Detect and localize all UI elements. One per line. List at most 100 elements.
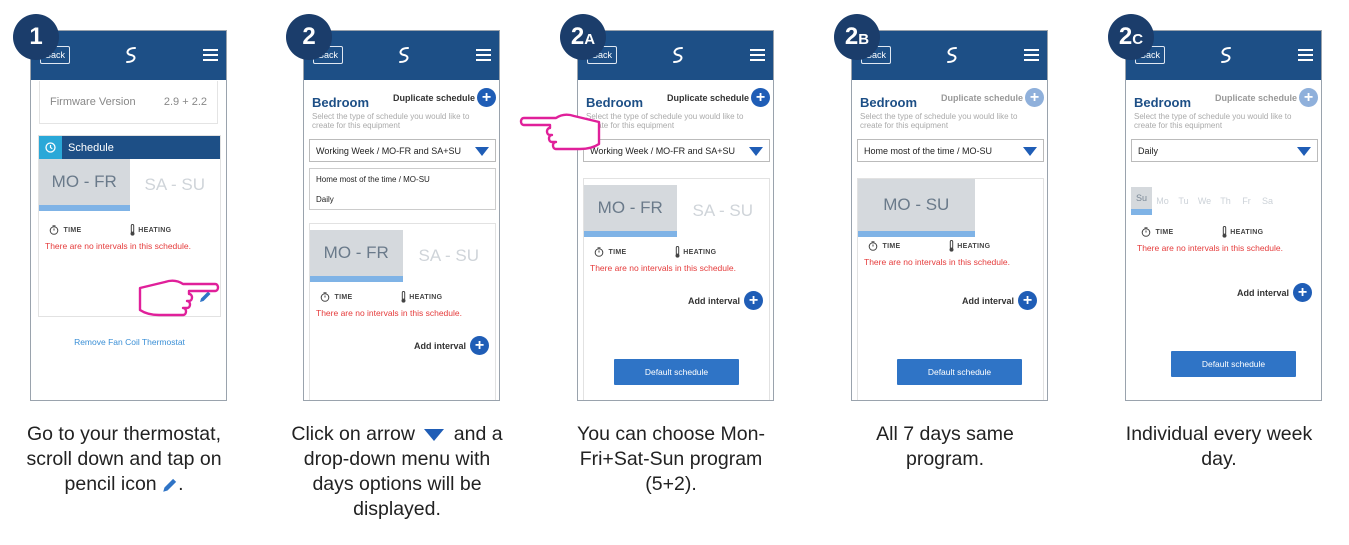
heating-label: HEATING <box>138 226 172 234</box>
schedule-hint: Select the type of schedule you would li… <box>1134 112 1292 130</box>
duplicate-schedule-button[interactable]: + <box>1025 88 1044 107</box>
add-interval-button[interactable]: Add interval + <box>1237 283 1312 302</box>
room-title: Bedroom <box>860 95 918 110</box>
time-label: TIME <box>608 248 627 256</box>
select-value: Working Week / MO-FR and SA+SU <box>590 145 735 156</box>
default-schedule-button[interactable]: Default schedule <box>897 359 1022 385</box>
step-caption: Individual every week day. <box>1125 423 1313 470</box>
step-caption: You can choose Mon-Fri+Sat-Sun program (… <box>577 423 765 495</box>
schedule-type-select[interactable]: Home most of the time / MO-SU <box>857 139 1044 162</box>
schedule-header: Schedule <box>39 136 220 159</box>
dropdown-arrow-icon[interactable] <box>749 147 763 156</box>
tab-mo-fr[interactable]: MO - FR <box>39 159 130 211</box>
dropdown-arrow-icon[interactable] <box>1297 147 1311 156</box>
schedule-type-select[interactable]: Daily <box>1131 139 1318 162</box>
hamburger-menu-icon[interactable] <box>750 49 765 61</box>
dropdown-arrow-icon <box>424 428 445 441</box>
dropdown-arrow-icon[interactable] <box>1023 147 1037 156</box>
step-caption: All 7 days same program. <box>876 423 1014 470</box>
interval-header: TIME HEATING <box>310 286 495 308</box>
pencil-icon <box>163 478 177 492</box>
heating-label: HEATING <box>683 248 717 256</box>
top-bar: Back <box>852 31 1047 80</box>
default-schedule-button[interactable]: Default schedule <box>1171 351 1296 377</box>
schedule-type-select[interactable]: Working Week / MO-FR and SA+SU <box>309 139 496 162</box>
step-1: 1 Back Firmware Version 2.9 + 2.2 Schedu… <box>13 0 235 545</box>
step-caption: Click on arrow and a drop-down menu with… <box>291 423 503 520</box>
schedule-panel: Su Mo Tu We Th Fr Sa TIME HEATING There … <box>1131 181 1318 400</box>
no-intervals-message: There are no intervals in this schedule. <box>316 308 462 318</box>
room-title: Bedroom <box>312 95 370 110</box>
step-badge: 1 <box>13 14 59 60</box>
duplicate-schedule-label: Duplicate schedule <box>392 93 475 103</box>
day-tab-su[interactable]: Su <box>1131 187 1152 215</box>
timer-icon <box>320 292 330 302</box>
select-value: Home most of the time / MO-SU <box>864 145 993 156</box>
add-interval-button[interactable]: Add interval + <box>414 336 489 355</box>
day-tab-fr[interactable]: Fr <box>1236 187 1257 215</box>
salus-logo-icon <box>1221 47 1231 63</box>
duplicate-schedule-button[interactable]: + <box>477 88 496 107</box>
duplicate-schedule-button[interactable]: + <box>751 88 770 107</box>
dropdown-arrow-icon[interactable] <box>475 147 489 156</box>
day-tab-mo[interactable]: Mo <box>1152 187 1173 215</box>
schedule-panel: MO - SU TIME HEATING There are no interv… <box>857 178 1044 400</box>
time-label: TIME <box>334 293 353 301</box>
day-tab-we[interactable]: We <box>1194 187 1215 215</box>
hamburger-menu-icon[interactable] <box>476 49 491 61</box>
dropdown-options: Home most of the time / MO-SU Daily <box>309 168 496 210</box>
firmware-row: Firmware Version 2.9 + 2.2 <box>39 81 218 124</box>
step-badge: 2B <box>834 14 880 60</box>
day-tab-sa[interactable]: Sa <box>1257 187 1278 215</box>
day-tab-th[interactable]: Th <box>1215 187 1236 215</box>
salus-logo-icon <box>947 47 957 63</box>
hamburger-menu-icon[interactable] <box>203 49 218 61</box>
timer-icon <box>49 225 59 235</box>
add-interval-button[interactable]: Add interval + <box>962 291 1037 310</box>
tab-mo-fr[interactable]: MO - FR <box>310 230 403 282</box>
step-2a: 2A Back Bedroom Duplicate schedule + Sel… <box>560 0 782 545</box>
add-interval-button[interactable]: Add interval + <box>688 291 763 310</box>
step-badge: 2 <box>286 14 332 60</box>
thermometer-icon <box>1222 226 1227 238</box>
select-value: Working Week / MO-FR and SA+SU <box>316 145 461 156</box>
interval-header: TIME HEATING <box>858 235 1043 257</box>
tab-mo-fr[interactable]: MO - FR <box>584 185 677 237</box>
time-label: TIME <box>882 242 901 250</box>
duplicate-schedule-button[interactable]: + <box>1299 88 1318 107</box>
remove-thermostat-link[interactable]: Remove Fan Coil Thermostat <box>31 337 226 347</box>
day-tabs: Su Mo Tu We Th Fr Sa <box>1131 187 1318 215</box>
salus-logo-icon <box>126 47 136 63</box>
tab-mo-su[interactable]: MO - SU <box>858 179 975 237</box>
hamburger-menu-icon[interactable] <box>1024 49 1039 61</box>
duplicate-schedule-label: Duplicate schedule <box>940 93 1023 103</box>
thermometer-icon <box>949 240 954 252</box>
duplicate-schedule-label: Duplicate schedule <box>1214 93 1297 103</box>
no-intervals-message: There are no intervals in this schedule. <box>590 263 736 273</box>
heating-label: HEATING <box>1230 228 1264 236</box>
tab-sa-su[interactable]: SA - SU <box>130 159 221 211</box>
room-title: Bedroom <box>1134 95 1192 110</box>
hamburger-menu-icon[interactable] <box>1298 49 1313 61</box>
schedule-hint: Select the type of schedule you would li… <box>312 112 470 130</box>
schedule-tabs: MO - FR SA - SU <box>310 230 495 282</box>
day-tab-tu[interactable]: Tu <box>1173 187 1194 215</box>
pointing-hand-icon <box>138 279 220 317</box>
option-home-most[interactable]: Home most of the time / MO-SU <box>310 169 495 189</box>
time-label: TIME <box>1155 228 1174 236</box>
duplicate-schedule-label: Duplicate schedule <box>666 93 749 103</box>
plus-icon: + <box>1018 291 1037 310</box>
thermometer-icon <box>675 246 680 258</box>
tab-sa-su[interactable]: SA - SU <box>403 230 496 282</box>
tab-sa-su[interactable]: SA - SU <box>677 185 770 237</box>
option-daily[interactable]: Daily <box>310 189 495 209</box>
schedule-tabs: MO - FR SA - SU <box>39 159 220 211</box>
plus-icon: + <box>744 291 763 310</box>
schedule-type-select[interactable]: Working Week / MO-FR and SA+SU <box>583 139 770 162</box>
phone-screen: Back Firmware Version 2.9 + 2.2 Schedule… <box>30 30 227 401</box>
default-schedule-button[interactable]: Default schedule <box>614 359 739 385</box>
phone-screen: Back Bedroom Duplicate schedule + Select… <box>851 30 1048 401</box>
schedule-tabs: MO - FR SA - SU <box>584 185 769 237</box>
phone-screen: Back Bedroom Duplicate schedule + Select… <box>1125 30 1322 401</box>
step-2: 2 Back Bedroom Duplicate schedule + Sele… <box>286 0 601 545</box>
